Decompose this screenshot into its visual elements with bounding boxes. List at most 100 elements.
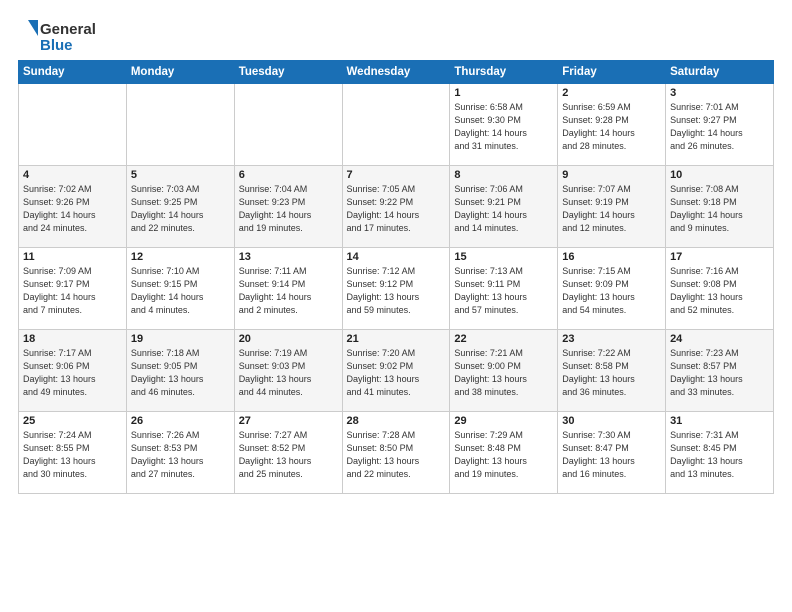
calendar-table: SundayMondayTuesdayWednesdayThursdayFrid… [18, 60, 774, 494]
day-info: Sunrise: 7:23 AM Sunset: 8:57 PM Dayligh… [670, 347, 769, 399]
day-number: 6 [239, 169, 338, 181]
logo-svg: GeneralBlue [18, 16, 98, 56]
day-number: 26 [131, 415, 230, 427]
day-number: 11 [23, 251, 122, 263]
day-number: 25 [23, 415, 122, 427]
day-number: 23 [562, 333, 661, 345]
calendar-cell: 9 Sunrise: 7:07 AM Sunset: 9:19 PM Daylig… [558, 166, 666, 248]
calendar-cell: 12 Sunrise: 7:10 AM Sunset: 9:15 PM Dayli… [126, 248, 234, 330]
day-number: 18 [23, 333, 122, 345]
calendar-cell [19, 84, 127, 166]
calendar-cell: 11 Sunrise: 7:09 AM Sunset: 9:17 PM Dayli… [19, 248, 127, 330]
day-info: Sunrise: 6:59 AM Sunset: 9:28 PM Dayligh… [562, 101, 661, 153]
day-info: Sunrise: 6:58 AM Sunset: 9:30 PM Dayligh… [454, 101, 553, 153]
day-info: Sunrise: 7:24 AM Sunset: 8:55 PM Dayligh… [23, 429, 122, 481]
day-info: Sunrise: 7:02 AM Sunset: 9:26 PM Dayligh… [23, 183, 122, 235]
day-info: Sunrise: 7:11 AM Sunset: 9:14 PM Dayligh… [239, 265, 338, 317]
day-number: 22 [454, 333, 553, 345]
day-info: Sunrise: 7:27 AM Sunset: 8:52 PM Dayligh… [239, 429, 338, 481]
calendar-cell [342, 84, 450, 166]
calendar-cell: 22 Sunrise: 7:21 AM Sunset: 9:00 PM Dayli… [450, 330, 558, 412]
calendar-cell: 13 Sunrise: 7:11 AM Sunset: 9:14 PM Dayli… [234, 248, 342, 330]
calendar-cell: 24 Sunrise: 7:23 AM Sunset: 8:57 PM Dayli… [666, 330, 774, 412]
day-number: 3 [670, 87, 769, 99]
day-info: Sunrise: 7:19 AM Sunset: 9:03 PM Dayligh… [239, 347, 338, 399]
calendar-cell: 2 Sunrise: 6:59 AM Sunset: 9:28 PM Daylig… [558, 84, 666, 166]
day-info: Sunrise: 7:21 AM Sunset: 9:00 PM Dayligh… [454, 347, 553, 399]
calendar-cell [234, 84, 342, 166]
day-info: Sunrise: 7:17 AM Sunset: 9:06 PM Dayligh… [23, 347, 122, 399]
day-info: Sunrise: 7:05 AM Sunset: 9:22 PM Dayligh… [347, 183, 446, 235]
calendar-cell: 17Sunrise: 7:16 AM Sunset: 9:08 PM Dayli… [666, 248, 774, 330]
day-number: 29 [454, 415, 553, 427]
calendar-cell: 26Sunrise: 7:26 AM Sunset: 8:53 PM Dayli… [126, 412, 234, 494]
calendar-cell: 28 Sunrise: 7:28 AM Sunset: 8:50 PM Dayli… [342, 412, 450, 494]
day-info: Sunrise: 7:18 AM Sunset: 9:05 PM Dayligh… [131, 347, 230, 399]
day-number: 2 [562, 87, 661, 99]
col-header-thursday: Thursday [450, 61, 558, 84]
svg-text:General: General [40, 21, 96, 38]
day-number: 14 [347, 251, 446, 263]
calendar-cell: 30 Sunrise: 7:30 AM Sunset: 8:47 PM Dayli… [558, 412, 666, 494]
calendar-cell: 31 Sunrise: 7:31 AM Sunset: 8:45 PM Dayli… [666, 412, 774, 494]
day-number: 16 [562, 251, 661, 263]
calendar-cell: 3 Sunrise: 7:01 AM Sunset: 9:27 PM Daylig… [666, 84, 774, 166]
day-info: Sunrise: 7:04 AM Sunset: 9:23 PM Dayligh… [239, 183, 338, 235]
day-info: Sunrise: 7:13 AM Sunset: 9:11 PM Dayligh… [454, 265, 553, 317]
day-number: 31 [670, 415, 769, 427]
col-header-monday: Monday [126, 61, 234, 84]
day-number: 13 [239, 251, 338, 263]
day-info: Sunrise: 7:28 AM Sunset: 8:50 PM Dayligh… [347, 429, 446, 481]
day-number: 10 [670, 169, 769, 181]
day-info: Sunrise: 7:09 AM Sunset: 9:17 PM Dayligh… [23, 265, 122, 317]
calendar-cell: 7 Sunrise: 7:05 AM Sunset: 9:22 PM Daylig… [342, 166, 450, 248]
day-number: 12 [131, 251, 230, 263]
day-info: Sunrise: 7:03 AM Sunset: 9:25 PM Dayligh… [131, 183, 230, 235]
calendar-cell: 29 Sunrise: 7:29 AM Sunset: 8:48 PM Dayli… [450, 412, 558, 494]
day-info: Sunrise: 7:30 AM Sunset: 8:47 PM Dayligh… [562, 429, 661, 481]
day-number: 9 [562, 169, 661, 181]
day-info: Sunrise: 7:15 AM Sunset: 9:09 PM Dayligh… [562, 265, 661, 317]
day-number: 4 [23, 169, 122, 181]
day-number: 8 [454, 169, 553, 181]
day-info: Sunrise: 7:07 AM Sunset: 9:19 PM Dayligh… [562, 183, 661, 235]
day-number: 5 [131, 169, 230, 181]
calendar-cell: 1 Sunrise: 6:58 AM Sunset: 9:30 PM Daylig… [450, 84, 558, 166]
calendar-cell: 15Sunrise: 7:13 AM Sunset: 9:11 PM Dayli… [450, 248, 558, 330]
col-header-sunday: Sunday [19, 61, 127, 84]
col-header-wednesday: Wednesday [342, 61, 450, 84]
svg-text:Blue: Blue [40, 37, 73, 54]
day-number: 30 [562, 415, 661, 427]
calendar-cell: 20Sunrise: 7:19 AM Sunset: 9:03 PM Dayli… [234, 330, 342, 412]
calendar-cell: 21 Sunrise: 7:20 AM Sunset: 9:02 PM Dayli… [342, 330, 450, 412]
calendar-cell: 27 Sunrise: 7:27 AM Sunset: 8:52 PM Dayli… [234, 412, 342, 494]
day-number: 28 [347, 415, 446, 427]
day-info: Sunrise: 7:06 AM Sunset: 9:21 PM Dayligh… [454, 183, 553, 235]
day-info: Sunrise: 7:08 AM Sunset: 9:18 PM Dayligh… [670, 183, 769, 235]
calendar-cell: 16 Sunrise: 7:15 AM Sunset: 9:09 PM Dayli… [558, 248, 666, 330]
day-info: Sunrise: 7:01 AM Sunset: 9:27 PM Dayligh… [670, 101, 769, 153]
day-info: Sunrise: 7:10 AM Sunset: 9:15 PM Dayligh… [131, 265, 230, 317]
day-info: Sunrise: 7:29 AM Sunset: 8:48 PM Dayligh… [454, 429, 553, 481]
calendar-cell: 5 Sunrise: 7:03 AM Sunset: 9:25 PM Daylig… [126, 166, 234, 248]
calendar-cell [126, 84, 234, 166]
calendar-cell: 19 Sunrise: 7:18 AM Sunset: 9:05 PM Dayli… [126, 330, 234, 412]
day-number: 17 [670, 251, 769, 263]
day-number: 24 [670, 333, 769, 345]
col-header-friday: Friday [558, 61, 666, 84]
calendar-cell: 25 Sunrise: 7:24 AM Sunset: 8:55 PM Dayli… [19, 412, 127, 494]
day-info: Sunrise: 7:31 AM Sunset: 8:45 PM Dayligh… [670, 429, 769, 481]
day-number: 19 [131, 333, 230, 345]
calendar-cell: 6 Sunrise: 7:04 AM Sunset: 9:23 PM Daylig… [234, 166, 342, 248]
day-info: Sunrise: 7:12 AM Sunset: 9:12 PM Dayligh… [347, 265, 446, 317]
calendar-cell: 18 Sunrise: 7:17 AM Sunset: 9:06 PM Dayli… [19, 330, 127, 412]
calendar-cell: 14 Sunrise: 7:12 AM Sunset: 9:12 PM Dayli… [342, 248, 450, 330]
day-number: 1 [454, 87, 553, 99]
day-number: 21 [347, 333, 446, 345]
day-info: Sunrise: 7:20 AM Sunset: 9:02 PM Dayligh… [347, 347, 446, 399]
day-number: 27 [239, 415, 338, 427]
calendar-cell: 4 Sunrise: 7:02 AM Sunset: 9:26 PM Daylig… [19, 166, 127, 248]
logo: GeneralBlue [18, 16, 98, 56]
day-number: 7 [347, 169, 446, 181]
col-header-tuesday: Tuesday [234, 61, 342, 84]
